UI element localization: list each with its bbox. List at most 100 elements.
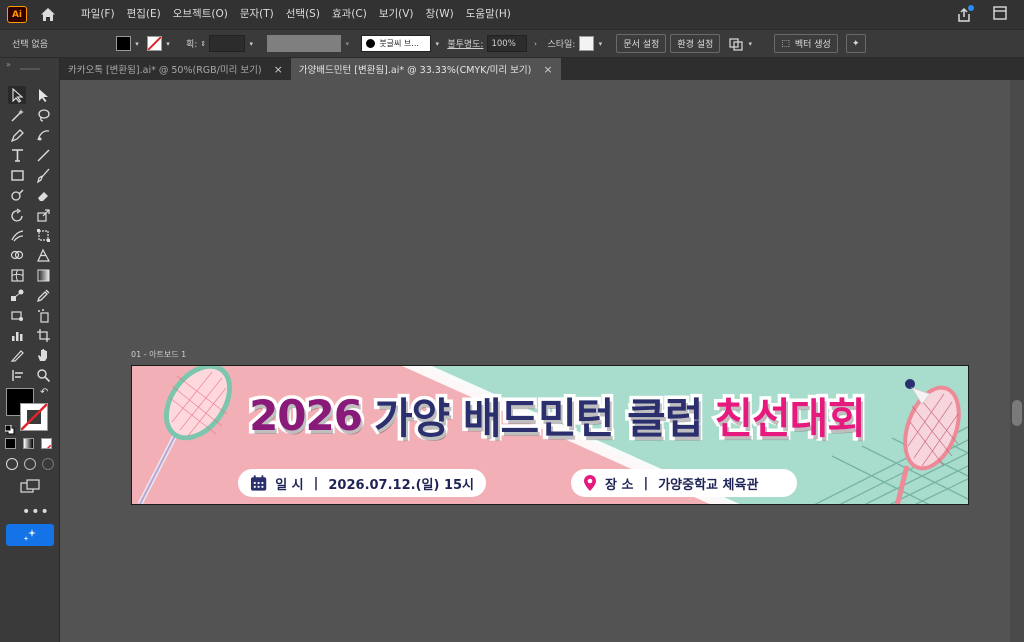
brush-name: 붓글씨 브...: [379, 39, 419, 48]
stroke-weight-dropdown-icon[interactable]: ▾: [245, 35, 257, 52]
date-label: 일 시: [275, 477, 304, 493]
artboard[interactable]: 2026 가양 배드민턴 클럽 친선대회 일 시 | 2026.07.12.(일…: [131, 365, 969, 505]
scrollbar-thumb[interactable]: [1012, 400, 1022, 426]
type-tool-icon[interactable]: [8, 146, 26, 164]
preferences-button[interactable]: 환경 설정: [670, 34, 721, 53]
rotate-tool-icon[interactable]: [8, 206, 26, 224]
pen-tool-icon[interactable]: [8, 126, 26, 144]
menu-view[interactable]: 보기(V): [373, 0, 420, 29]
edit-toolbar-icon[interactable]: •••: [22, 504, 50, 520]
curvature-tool-icon[interactable]: [34, 126, 52, 144]
arrange-documents-icon[interactable]: [992, 5, 1008, 25]
vector-generate-button[interactable]: ⬚ 벡터 생성: [774, 34, 838, 53]
stroke-weight-stepper-icon[interactable]: ⇕: [197, 35, 209, 52]
calendar-icon: [250, 475, 267, 491]
symbol-sprayer-tool-icon[interactable]: [34, 306, 52, 324]
shape-builder-tool-icon[interactable]: [8, 246, 26, 264]
mesh-tool-icon[interactable]: [8, 266, 26, 284]
arrange-dropdown-icon[interactable]: ▾: [744, 35, 756, 52]
screen-mode-icon[interactable]: [20, 478, 40, 493]
free-transform-tool-icon[interactable]: [34, 226, 52, 244]
sparkle-icon: [23, 529, 36, 541]
generative-assist-button[interactable]: [6, 524, 54, 546]
fill-dropdown-icon[interactable]: ▾: [131, 35, 143, 52]
style-label: 스타일:: [547, 40, 576, 50]
stroke-dropdown-icon[interactable]: ▾: [162, 35, 174, 52]
panel-handle[interactable]: [20, 68, 40, 70]
stroke-weight-field[interactable]: [209, 35, 246, 52]
variable-width-dropdown-icon[interactable]: ▾: [341, 35, 353, 52]
close-icon[interactable]: ×: [274, 63, 283, 76]
lasso-tool-icon[interactable]: [34, 106, 52, 124]
menu-select[interactable]: 선택(S): [280, 0, 326, 29]
close-icon[interactable]: ×: [543, 63, 552, 76]
menu-window[interactable]: 창(W): [420, 0, 460, 29]
shaper-tool-icon[interactable]: [8, 186, 26, 204]
date-value: 2026.07.12.(일) 15시: [328, 477, 474, 493]
selection-status: 선택 없음: [12, 40, 48, 50]
warp-tool-icon[interactable]: [8, 226, 26, 244]
rectangle-tool-icon[interactable]: [8, 166, 26, 184]
gradient-mode-icon[interactable]: [23, 438, 34, 449]
menu-object[interactable]: 오브젝트(O): [167, 0, 234, 29]
draw-normal-icon[interactable]: [6, 458, 18, 470]
artboard-tool-icon[interactable]: [34, 326, 52, 344]
stroke-swatch[interactable]: [147, 36, 162, 51]
eyedropper-tool-icon[interactable]: [34, 286, 52, 304]
none-mode-icon[interactable]: [41, 438, 52, 449]
date-pill: 일 시 | 2026.07.12.(일) 15시: [238, 469, 486, 497]
opacity-arrow-icon[interactable]: ›: [529, 35, 541, 52]
brush-dropdown-icon[interactable]: ▾: [431, 35, 443, 52]
tab-label: 가양배드민턴 [변환됨].ai* @ 33.33%(CMYK/미리 보기): [298, 65, 532, 76]
slice-tool-icon[interactable]: [8, 346, 26, 364]
menu-help[interactable]: 도움말(H): [460, 0, 517, 29]
arrange-icon[interactable]: [728, 36, 744, 52]
graph-tool-icon[interactable]: [8, 326, 26, 344]
color-mode-icon[interactable]: [5, 438, 16, 449]
scale-tool-icon[interactable]: [34, 206, 52, 224]
draw-inside-icon[interactable]: [42, 458, 54, 470]
swap-fill-stroke-icon[interactable]: ↶: [40, 387, 48, 398]
magic-wand-tool-icon[interactable]: [8, 106, 26, 124]
perspective-grid-tool-icon[interactable]: [34, 246, 52, 264]
direct-selection-tool-icon[interactable]: [34, 86, 52, 104]
blend-tool-icon[interactable]: [8, 286, 26, 304]
gradient-tool-icon[interactable]: [34, 266, 52, 284]
paintbrush-tool-icon[interactable]: [34, 166, 52, 184]
menu-file[interactable]: 파일(F): [75, 0, 121, 29]
brush-dot-icon: [366, 39, 376, 48]
style-dropdown-icon[interactable]: ▾: [594, 35, 606, 52]
vertical-scrollbar[interactable]: [1010, 80, 1024, 642]
opacity-field[interactable]: 100%: [487, 35, 528, 52]
home-icon[interactable]: [39, 6, 57, 24]
zoom-tool-icon[interactable]: [34, 366, 52, 384]
layers-tool-icon[interactable]: [8, 366, 26, 384]
brush-select[interactable]: 붓글씨 브...: [361, 35, 432, 52]
artboard-label[interactable]: 01 - 아트보드 1: [131, 349, 186, 360]
panel-grip-icon[interactable]: »: [6, 60, 11, 69]
control-bar: 선택 없음 ▾ ▾ 획: ⇕ ▾ ▾ 붓글씨 브... ▾ 불투명도: 100%…: [0, 29, 1024, 58]
fill-swatch[interactable]: [116, 36, 131, 51]
line-tool-icon[interactable]: [34, 146, 52, 164]
place-separator: |: [643, 475, 649, 491]
title-year: 2026: [246, 387, 367, 443]
menu-edit[interactable]: 편집(E): [121, 0, 167, 29]
menu-effect[interactable]: 효과(C): [326, 0, 373, 29]
canvas-area[interactable]: [60, 80, 1010, 642]
opacity-label[interactable]: 불투명도:: [447, 37, 483, 50]
eraser-tool-icon[interactable]: [34, 186, 52, 204]
live-paint-tool-icon[interactable]: [8, 306, 26, 324]
draw-behind-icon[interactable]: [24, 458, 36, 470]
style-swatch[interactable]: [579, 36, 595, 51]
default-colors-icon[interactable]: [4, 420, 15, 435]
pin-tool-icon[interactable]: ✦: [845, 34, 866, 53]
document-setup-button[interactable]: 문서 설정: [616, 34, 667, 53]
menu-type[interactable]: 문자(T): [234, 0, 280, 29]
tab-kakaotalk[interactable]: 카카오톡 [변환됨].ai* @ 50%(RGB/미리 보기) ×: [60, 58, 291, 80]
selection-tool-icon[interactable]: [8, 86, 26, 104]
tab-badminton[interactable]: 가양배드민턴 [변환됨].ai* @ 33.33%(CMYK/미리 보기) ×: [290, 58, 561, 80]
share-icon[interactable]: [956, 4, 974, 23]
stroke-color-icon[interactable]: [20, 403, 48, 431]
hand-tool-icon[interactable]: [34, 346, 52, 364]
variable-width-field[interactable]: [267, 35, 342, 52]
